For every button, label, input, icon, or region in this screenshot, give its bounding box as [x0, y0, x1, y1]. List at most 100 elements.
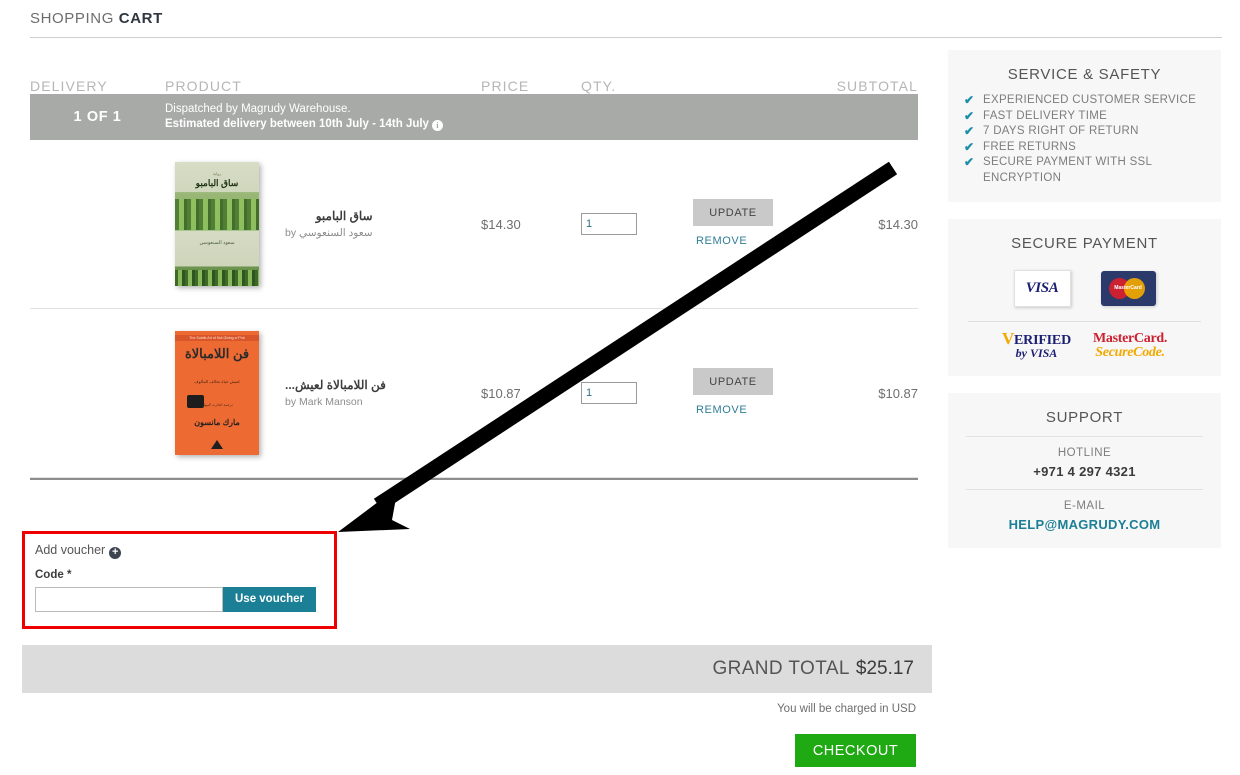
list-item-label: EXPERIENCED CUSTOMER SERVICE [983, 94, 1197, 106]
remove-link[interactable]: REMOVE [696, 235, 747, 247]
voucher-code-input[interactable] [35, 587, 223, 612]
row-subtotal: $10.87 [878, 385, 918, 401]
plus-icon[interactable]: + [109, 547, 122, 559]
quantity-input[interactable] [581, 382, 637, 404]
verification-logos-row: VERIFIED by VISA MasterCard. SecureCode. [964, 329, 1205, 360]
payment-divider [968, 321, 1201, 322]
row-qty-cell [581, 382, 693, 404]
use-voucher-button[interactable]: Use voucher [223, 587, 317, 612]
product-author: by Mark Manson [285, 396, 363, 408]
cover-byline: ترجمة الحارث النبهان [201, 402, 233, 407]
secure-payment-title: SECURE PAYMENT [1011, 235, 1158, 252]
cover-subtitle: لعيش حياة تخالف المألوف [194, 379, 240, 385]
row-actions: UPDATE REMOVE [693, 199, 793, 249]
arrow-head [338, 487, 410, 532]
product-title[interactable]: ساق البامبو [285, 209, 373, 223]
check-icon: ✔ [964, 139, 975, 154]
mastercard-icon: MasterCard [1100, 271, 1156, 306]
mastercard-securecode-icon: MasterCard. SecureCode. [1093, 332, 1167, 360]
list-item: ✔ 7 DAYS RIGHT OF RETURN [964, 124, 1205, 140]
row-product-cell: The Subtle Art of Not Giving a F*ck فن ا… [165, 331, 481, 455]
verified-by-visa-label: by VISA [1015, 346, 1058, 360]
sidebar: SERVICE & SAFETY ✔ EXPERIENCED CUSTOMER … [948, 50, 1221, 565]
hotline-value: +971 4 297 4321 [1033, 464, 1136, 479]
list-item: ✔ FREE RETURNS [964, 140, 1205, 156]
column-header-product: PRODUCT [165, 78, 242, 94]
grand-total-bar: GRAND TOTAL $25.17 [22, 645, 932, 693]
column-header-price: PRICE [481, 78, 530, 94]
update-button[interactable]: UPDATE [693, 368, 773, 395]
email-label: E-MAIL [1063, 500, 1106, 512]
page-title-light: SHOPPING [30, 10, 114, 27]
product-thumbnail[interactable]: The Subtle Art of Not Giving a F*ck فن ا… [175, 331, 259, 455]
visa-icon: VISA [1013, 270, 1071, 307]
list-item-label: SECURE PAYMENT WITH SSL ENCRYPTION [983, 156, 1152, 184]
cart-column-headers: DELIVERY PRODUCT PRICE QTY. SUBTOTAL [30, 50, 918, 94]
row-price: $10.87 [481, 385, 521, 401]
title-divider [30, 37, 1222, 38]
column-header-subtotal: SUBTOTAL [836, 78, 918, 94]
product-title[interactable]: فن اللامبالاة لعيش... [285, 378, 386, 392]
cart-table: DELIVERY PRODUCT PRICE QTY. SUBTOTAL 1 O… [30, 50, 918, 480]
support-panel: SUPPORT HOTLINE +971 4 297 4321 E-MAIL H… [948, 393, 1221, 548]
table-row: رواية ساق البامبو سعود السنعوسي ساق البا… [30, 140, 918, 309]
check-icon: ✔ [964, 124, 975, 138]
estimate-text: Estimated delivery between 10th July - 1… [165, 118, 429, 130]
list-item: ✔ EXPERIENCED CUSTOMER SERVICE [964, 93, 1205, 109]
verified-line: VERIFIED [1001, 329, 1071, 348]
cover-top-text: رواية [212, 170, 222, 176]
support-divider [966, 489, 1203, 490]
service-safety-panel: SERVICE & SAFETY ✔ EXPERIENCED CUSTOMER … [948, 50, 1221, 202]
voucher-form-row: Use voucher [35, 587, 324, 612]
currency-note: You will be charged in USD [777, 703, 916, 715]
list-item-label: FREE RETURNS [983, 140, 1077, 153]
product-thumbnail[interactable]: رواية ساق البامبو سعود السنعوسي [175, 162, 259, 286]
hotline-label: HOTLINE [1057, 447, 1112, 459]
remove-link[interactable]: REMOVE [696, 404, 747, 416]
voucher-highlight-box: Add voucher + Code * Use voucher [22, 531, 337, 629]
page-title-bold: CART [118, 10, 163, 27]
email-value[interactable]: HELP@MAGRUDY.COM [964, 517, 1205, 532]
cover-title: فن اللامبالاة [184, 346, 250, 362]
add-voucher-label: Add voucher [35, 543, 106, 557]
cover-author: مارك مانسون [194, 417, 240, 427]
publisher-logo-icon [211, 439, 223, 449]
update-button[interactable]: UPDATE [693, 199, 773, 226]
service-safety-title: SERVICE & SAFETY [1007, 66, 1162, 83]
check-icon: ✔ [964, 155, 975, 169]
grand-total-amount: $25.17 [855, 658, 914, 679]
info-icon[interactable]: i [431, 120, 443, 131]
visa-label: VISA [1025, 280, 1059, 296]
support-divider [966, 436, 1203, 437]
verified-by-visa-icon: VERIFIED by VISA [1001, 329, 1071, 360]
page-title: SHOPPING CART [30, 10, 163, 27]
product-info: فن اللامبالاة لعيش... by Mark Manson [285, 378, 386, 408]
cover-title: ساق البامبو [195, 178, 239, 189]
quantity-input[interactable] [581, 213, 637, 235]
list-item: ✔ FAST DELIVERY TIME [964, 109, 1205, 125]
estimate-line: Estimated delivery between 10th July - 1… [165, 117, 443, 132]
securecode-line2: SecureCode. [1095, 345, 1165, 360]
secure-payment-panel: SECURE PAYMENT VISA MasterCard VERIFIED … [948, 219, 1221, 376]
add-voucher-toggle[interactable]: Add voucher + [35, 543, 324, 559]
grand-total-label: GRAND TOTAL [712, 658, 850, 679]
table-row: The Subtle Art of Not Giving a F*ck فن ا… [30, 309, 918, 478]
product-info: ساق البامبو سعود السنعوسي by [285, 209, 373, 239]
column-header-qty: QTY. [581, 78, 617, 94]
delivery-info: Dispatched by Magrudy Warehouse. Estimat… [165, 102, 443, 132]
mastercard-label: MasterCard [1114, 285, 1142, 291]
shopping-cart-page: SHOPPING CART DELIVERY PRODUCT PRICE QTY… [0, 0, 1240, 775]
product-author: سعود السنعوسي by [285, 227, 373, 239]
check-icon: ✔ [964, 108, 975, 123]
list-item: ✔ SECURE PAYMENT WITH SSL ENCRYPTION [964, 155, 1205, 186]
row-actions: UPDATE REMOVE [693, 368, 793, 418]
row-qty-cell [581, 213, 693, 235]
service-list: ✔ EXPERIENCED CUSTOMER SERVICE ✔ FAST DE… [964, 93, 1205, 186]
securecode-line1: MasterCard. [1092, 331, 1168, 346]
list-item-label: 7 DAYS RIGHT OF RETURN [983, 125, 1139, 137]
row-price: $14.30 [481, 216, 521, 232]
checkout-button[interactable]: CHECKOUT [795, 734, 916, 767]
verified-v: V [1001, 329, 1015, 348]
check-icon: ✔ [964, 93, 975, 107]
list-item-label: FAST DELIVERY TIME [983, 109, 1108, 122]
